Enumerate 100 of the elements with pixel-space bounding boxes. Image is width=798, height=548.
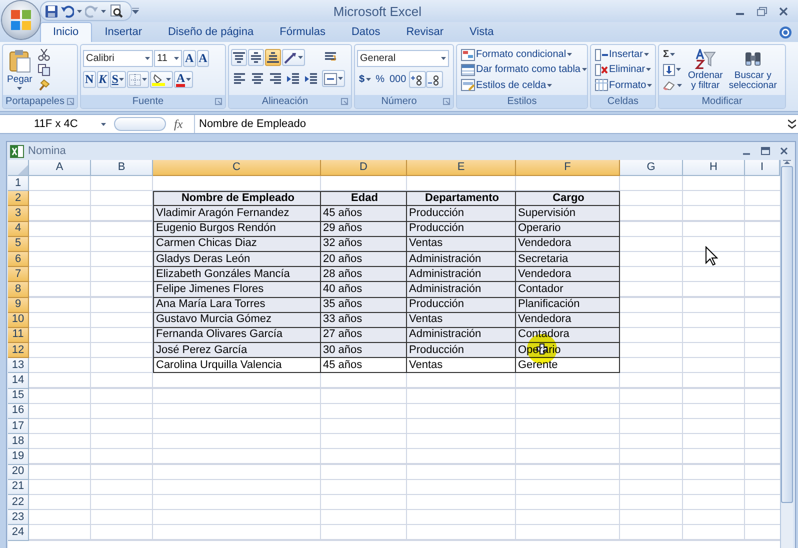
ribbon-tab[interactable]: Fórmulas bbox=[266, 22, 338, 42]
top-align-button[interactable] bbox=[231, 49, 247, 66]
close-icon[interactable] bbox=[779, 6, 788, 16]
row-header[interactable]: 14 bbox=[8, 373, 29, 389]
conditional-format-button[interactable]: Formato condicional bbox=[459, 47, 587, 62]
merge-center-button[interactable] bbox=[322, 70, 345, 87]
column-header[interactable]: I bbox=[745, 160, 780, 176]
table-cell: Gustavo Murcia Gómez bbox=[153, 312, 321, 328]
column-header[interactable]: F bbox=[516, 160, 620, 176]
middle-align-button[interactable] bbox=[248, 49, 264, 66]
currency-button[interactable]: $ bbox=[357, 71, 373, 88]
row-header[interactable]: 10 bbox=[8, 312, 29, 328]
row-header[interactable]: 15 bbox=[8, 388, 29, 404]
table-cell: Producción bbox=[407, 206, 516, 222]
row-header[interactable]: 11 bbox=[8, 328, 29, 344]
row-header[interactable]: 4 bbox=[8, 222, 29, 237]
row-header[interactable]: 20 bbox=[8, 464, 29, 480]
row-header[interactable]: 7 bbox=[8, 267, 29, 282]
ribbon-tab[interactable]: Revisar bbox=[393, 22, 456, 42]
ribbon-tab[interactable]: Datos bbox=[338, 22, 394, 42]
row-header[interactable]: 9 bbox=[8, 298, 29, 313]
table-cell: Administración bbox=[407, 252, 516, 268]
shrink-font-button[interactable]: A bbox=[196, 50, 210, 67]
help-icon[interactable] bbox=[779, 26, 792, 39]
row-header[interactable]: 18 bbox=[8, 434, 29, 450]
format-button[interactable]: Formato bbox=[593, 78, 654, 93]
ribbon-tab[interactable]: Insertar bbox=[92, 22, 155, 42]
fill-color-button[interactable] bbox=[150, 71, 174, 88]
ribbon-tab[interactable]: Inicio bbox=[40, 22, 92, 42]
close-icon[interactable] bbox=[780, 147, 788, 155]
group-label: Fuente bbox=[131, 96, 165, 108]
percent-button[interactable]: % bbox=[374, 71, 386, 88]
table-icon bbox=[461, 79, 475, 92]
row-header[interactable]: 6 bbox=[8, 252, 29, 268]
row-header[interactable]: 16 bbox=[8, 404, 29, 419]
row-header[interactable]: 17 bbox=[8, 419, 29, 434]
italic-button[interactable]: K bbox=[96, 71, 109, 88]
underline-button[interactable]: S bbox=[110, 71, 126, 88]
row-header[interactable]: 5 bbox=[8, 236, 29, 252]
orientation-button[interactable] bbox=[282, 49, 305, 66]
fill-button[interactable] bbox=[661, 62, 684, 78]
format-as-table-button[interactable]: Dar formato como tabla bbox=[459, 62, 587, 78]
autosum-button[interactable]: Σ bbox=[661, 47, 684, 62]
cell-styles-button[interactable]: Estilos de celda bbox=[459, 78, 587, 93]
group-label: Número bbox=[380, 96, 418, 108]
copy-button[interactable] bbox=[36, 62, 52, 78]
row-header[interactable]: 21 bbox=[8, 480, 29, 495]
row-header[interactable]: 13 bbox=[8, 358, 29, 374]
column-header[interactable]: D bbox=[321, 160, 407, 176]
delete-button[interactable]: Eliminar bbox=[593, 62, 654, 78]
row-header[interactable]: 22 bbox=[8, 494, 29, 510]
name-box[interactable]: 11F x 4C bbox=[0, 115, 110, 133]
scroll-thumb[interactable] bbox=[781, 166, 793, 503]
insert-function-button[interactable]: fx bbox=[174, 116, 194, 132]
column-header[interactable]: E bbox=[407, 160, 516, 176]
undo-icon[interactable] bbox=[61, 4, 74, 18]
find-select-button[interactable]: Buscar y seleccionar bbox=[726, 47, 779, 93]
formula-bar-handle[interactable] bbox=[114, 117, 166, 131]
cut-button[interactable] bbox=[36, 47, 52, 62]
font-size-dropdown[interactable]: 11 bbox=[154, 50, 182, 67]
bold-button[interactable]: N bbox=[83, 71, 96, 88]
grow-font-button[interactable]: A bbox=[183, 50, 196, 67]
restore-icon[interactable] bbox=[757, 6, 767, 16]
column-header[interactable]: B bbox=[91, 160, 153, 176]
brush-icon bbox=[38, 79, 50, 92]
expand-icon[interactable] bbox=[788, 119, 796, 129]
customize-caret-icon[interactable] bbox=[132, 8, 139, 14]
maximize-icon[interactable] bbox=[761, 147, 770, 155]
save-icon[interactable] bbox=[45, 4, 58, 18]
column-header[interactable]: C bbox=[153, 160, 321, 176]
caret-icon bbox=[101, 122, 106, 126]
number-format-dropdown[interactable]: General bbox=[357, 50, 449, 67]
thousands-button[interactable]: 000 bbox=[387, 71, 408, 88]
bottom-align-button[interactable] bbox=[265, 49, 281, 66]
paste-button[interactable]: Pegar bbox=[5, 47, 34, 93]
row-header[interactable]: 2 bbox=[8, 191, 29, 206]
ribbon-tab[interactable]: Vista bbox=[456, 22, 507, 42]
table-cell: Planificación bbox=[516, 298, 620, 313]
scroll-up-icon[interactable] bbox=[783, 160, 791, 164]
insert-button[interactable]: Insertar bbox=[593, 47, 654, 62]
row-header[interactable]: 24 bbox=[8, 525, 29, 540]
vertical-scrollbar[interactable] bbox=[780, 160, 793, 548]
row-header[interactable]: 23 bbox=[8, 510, 29, 526]
decrease-decimal-button[interactable] bbox=[426, 71, 444, 88]
row-header[interactable]: 3 bbox=[8, 206, 29, 222]
print-preview-icon[interactable] bbox=[109, 4, 123, 18]
font-color-button[interactable]: A bbox=[174, 71, 194, 88]
diagonal-text-icon bbox=[284, 52, 297, 64]
row-header[interactable]: 12 bbox=[8, 343, 29, 358]
column-header[interactable]: A bbox=[29, 160, 91, 176]
column-header[interactable]: H bbox=[683, 160, 745, 176]
increase-decimal-button[interactable] bbox=[409, 71, 426, 88]
sort-filter-button[interactable]: Ordenar y filtrar bbox=[686, 47, 725, 93]
font-name-dropdown[interactable]: Calibri bbox=[83, 50, 153, 67]
column-header[interactable]: G bbox=[620, 160, 683, 176]
formula-field[interactable]: Nombre de Empleado bbox=[194, 115, 786, 133]
ribbon-tab[interactable]: Diseño de página bbox=[154, 22, 267, 42]
row-header[interactable]: 8 bbox=[8, 282, 29, 298]
row-header[interactable]: 1 bbox=[8, 176, 29, 192]
row-header[interactable]: 19 bbox=[8, 449, 29, 465]
